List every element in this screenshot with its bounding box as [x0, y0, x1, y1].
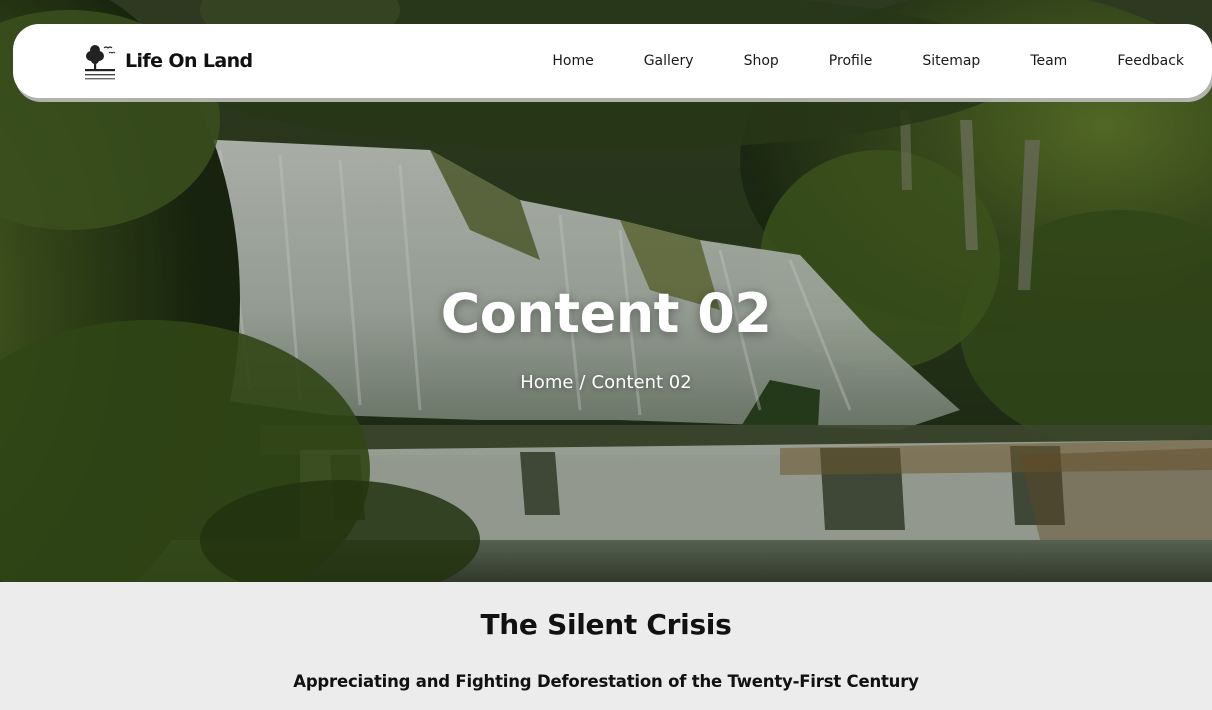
- nav-item-home: Home: [502, 45, 593, 77]
- nav-item-feedback: Feedback: [1067, 45, 1184, 77]
- nav-link-gallery[interactable]: Gallery: [644, 45, 694, 77]
- tree-logo-icon: [85, 45, 116, 80]
- nav-link-sitemap[interactable]: Sitemap: [922, 45, 980, 77]
- nav-link-home[interactable]: Home: [552, 45, 593, 77]
- breadcrumb-current: Content 02: [591, 372, 692, 393]
- top-navbar: Life On Land Home Gallery Shop Profile S…: [13, 24, 1212, 98]
- nav-item-team: Team: [980, 45, 1067, 77]
- nav-link-team[interactable]: Team: [1030, 45, 1067, 77]
- nav-link-feedback[interactable]: Feedback: [1117, 45, 1184, 77]
- breadcrumb-separator: /: [579, 372, 586, 393]
- nav-item-sitemap: Sitemap: [872, 45, 980, 77]
- brand-name: Life On Land: [125, 50, 253, 72]
- content-section: The Silent Crisis Appreciating and Fight…: [0, 582, 1212, 710]
- brand-home-link[interactable]: Life On Land: [83, 38, 253, 84]
- nav-link-shop[interactable]: Shop: [744, 45, 779, 77]
- page: Content 02 Home / Content 02 Life On Lan…: [0, 0, 1212, 710]
- nav-item-shop: Shop: [694, 45, 779, 77]
- section-title: The Silent Crisis: [480, 608, 732, 641]
- hero-title: Content 02: [440, 282, 772, 345]
- breadcrumb: Home / Content 02: [0, 372, 1212, 393]
- section-subtitle: Appreciating and Fighting Deforestation …: [293, 672, 919, 691]
- nav-link-profile[interactable]: Profile: [829, 45, 873, 77]
- nav-item-gallery: Gallery: [594, 45, 694, 77]
- nav-item-profile: Profile: [779, 45, 873, 77]
- nav-menu: Home Gallery Shop Profile Sitemap Team F…: [502, 24, 1184, 98]
- breadcrumb-home-link[interactable]: Home: [520, 372, 573, 393]
